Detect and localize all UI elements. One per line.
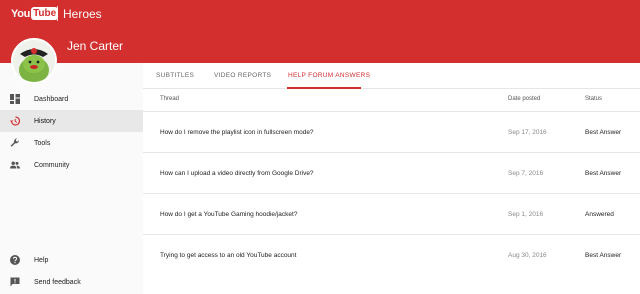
help-icon: [10, 255, 20, 265]
youtube-logo[interactable]: You Tube: [11, 7, 59, 20]
sidebar-item-dashboard[interactable]: Dashboard: [0, 88, 143, 110]
user-name: Jen Carter: [67, 39, 124, 53]
table-row[interactable]: How do I get a YouTube Gaming hoodie/jac…: [143, 193, 640, 234]
sidebar: Dashboard History Tools Community Help S…: [0, 63, 143, 294]
date-posted: Sep 1, 2016: [508, 211, 544, 218]
sidebar-item-label: Send feedback: [34, 278, 81, 286]
column-header-status: Status: [585, 96, 603, 102]
thread-title[interactable]: How do I get a YouTube Gaming hoodie/jac…: [160, 211, 297, 218]
sidebar-item-history[interactable]: History: [0, 110, 143, 132]
date-posted: Aug 30, 2016: [508, 252, 547, 259]
status-badge: Best Answer: [585, 170, 622, 177]
sidebar-item-community[interactable]: Community: [0, 154, 143, 176]
main-content: SUBTITLES VIDEO REPORTS HELP FORUM ANSWE…: [143, 63, 640, 294]
sidebar-item-label: Tools: [34, 139, 51, 147]
logo-you-text: You: [11, 7, 31, 20]
tab-video-reports[interactable]: VIDEO REPORTS: [214, 72, 271, 79]
dashboard-icon: [10, 94, 20, 104]
status-badge: Best Answer: [585, 252, 622, 259]
table-row[interactable]: How do I remove the playlist icon in ful…: [143, 111, 640, 152]
avatar-image: [13, 40, 55, 82]
sidebar-item-help[interactable]: Help: [0, 249, 143, 271]
status-badge: Best Answer: [585, 129, 622, 136]
sidebar-item-label: Dashboard: [34, 95, 69, 103]
feedback-icon: [10, 277, 20, 287]
avatar[interactable]: [11, 38, 57, 84]
date-posted: Sep 7, 2016: [508, 170, 544, 177]
column-header-thread: Thread: [160, 96, 180, 102]
sidebar-item-label: History: [34, 117, 56, 125]
active-tab-indicator: [287, 87, 361, 89]
column-header-date-posted: Date posted: [508, 96, 541, 102]
table-row[interactable]: How can I upload a video directly from G…: [143, 152, 640, 193]
tab-subtitles[interactable]: SUBTITLES: [156, 72, 194, 79]
sidebar-item-label: Help: [34, 256, 49, 264]
date-posted: Sep 17, 2016: [508, 129, 547, 136]
sidebar-item-label: Community: [34, 161, 70, 169]
thread-title[interactable]: Trying to get access to an old YouTube a…: [160, 252, 296, 259]
wrench-icon: [10, 138, 20, 147]
history-icon: [10, 116, 20, 126]
table-row[interactable]: Trying to get access to an old YouTube a…: [143, 234, 640, 275]
logo-divider: [57, 6, 58, 21]
thread-title[interactable]: How can I upload a video directly from G…: [160, 170, 314, 177]
thread-title[interactable]: How do I remove the playlist icon in ful…: [160, 129, 314, 136]
app-name: Heroes: [63, 7, 102, 21]
status-badge: Answered: [585, 211, 614, 218]
tab-help-forum-answers[interactable]: HELP FORUM ANSWERS: [288, 72, 370, 79]
sidebar-item-send-feedback[interactable]: Send feedback: [0, 271, 143, 293]
logo-tube-text: Tube: [31, 7, 59, 20]
tab-bar: SUBTITLES VIDEO REPORTS HELP FORUM ANSWE…: [143, 63, 640, 89]
people-icon: [10, 161, 20, 169]
top-app-bar: You Tube Heroes: [0, 0, 640, 28]
sidebar-item-tools[interactable]: Tools: [0, 132, 143, 154]
